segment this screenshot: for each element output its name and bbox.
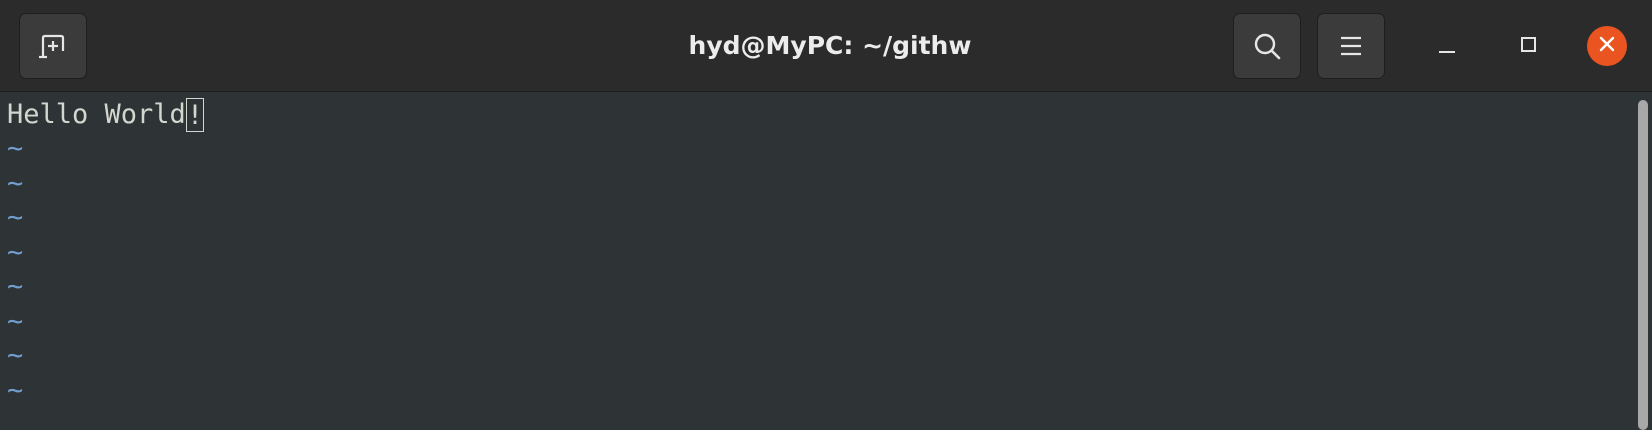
close-button[interactable] (1587, 26, 1627, 66)
minimize-button[interactable] (1427, 26, 1467, 66)
empty-line-tilde: ~ (7, 305, 24, 337)
empty-line-tilde: ~ (7, 340, 24, 371)
empty-line-tilde: ~ (7, 271, 24, 302)
empty-line-tilde: ~ (7, 236, 24, 268)
terminal-window: hyd@MyPC: ~/githw Hello World! ~ ~ ~ ~ ~… (0, 0, 1652, 430)
empty-line-tilde: ~ (7, 133, 24, 164)
terminal-content[interactable]: Hello World! ~ ~ ~ ~ ~ ~ ~ ~ (0, 92, 1636, 418)
new-tab-button[interactable] (19, 13, 87, 79)
search-icon (1252, 31, 1282, 61)
close-icon (1597, 34, 1617, 59)
new-tab-icon (38, 32, 68, 60)
header-bar: hyd@MyPC: ~/githw (0, 0, 1652, 92)
window-title: hyd@MyPC: ~/githw (688, 31, 972, 60)
text-cursor: ! (185, 98, 205, 132)
empty-line-tilde: ~ (7, 167, 24, 199)
buffer-line: Hello World! (7, 97, 205, 133)
maximize-button[interactable] (1508, 26, 1548, 66)
search-button[interactable] (1233, 13, 1301, 79)
maximize-icon (1518, 34, 1538, 59)
scrollbar-thumb[interactable] (1638, 100, 1648, 430)
buffer-text: Hello World (7, 99, 186, 130)
menu-button[interactable] (1317, 13, 1385, 79)
empty-line-tilde: ~ (7, 374, 24, 406)
hamburger-menu-icon (1339, 35, 1363, 57)
scrollbar[interactable] (1636, 92, 1652, 430)
minimize-icon (1437, 34, 1457, 59)
empty-line-tilde: ~ (7, 202, 24, 233)
